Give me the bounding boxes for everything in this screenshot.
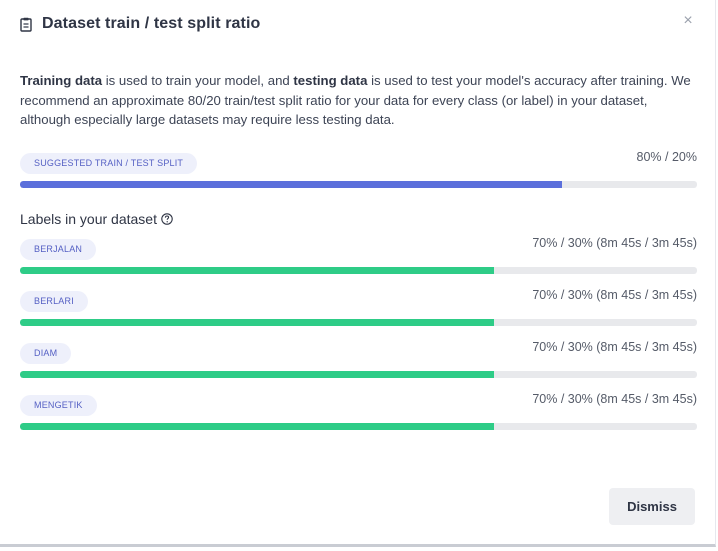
suggested-split-badge: SUGGESTED TRAIN / TEST SPLIT (20, 153, 198, 174)
description-text: Training data is used to train your mode… (20, 73, 691, 127)
label-bar-fill (20, 267, 494, 274)
labels-heading: Labels in your dataset (20, 211, 173, 227)
label-ratio: 70% / 30% (8m 45s / 3m 45s) (532, 288, 697, 302)
suggested-split-bar (20, 181, 697, 188)
training-data-term: Training data (20, 73, 103, 88)
dialog-title: Dataset train / test split ratio (42, 15, 261, 32)
dialog-header: Dataset train / test split ratio (20, 14, 695, 34)
label-bar-fill (20, 423, 494, 430)
label-ratio: 70% / 30% (8m 45s / 3m 45s) (532, 236, 697, 250)
label-badge: DIAM (20, 343, 72, 364)
testing-data-term: testing data (293, 73, 368, 88)
label-bar (20, 371, 697, 378)
label-badge: BERLARI (20, 291, 88, 312)
dismiss-button[interactable]: Dismiss (609, 488, 695, 525)
split-ratio-dialog: Dataset train / test split ratio × Train… (0, 0, 716, 547)
close-icon[interactable]: × (681, 13, 695, 29)
clipboard-icon (20, 17, 32, 32)
label-badge: BERJALAN (20, 239, 97, 260)
label-bar (20, 423, 697, 430)
label-ratio: 70% / 30% (8m 45s / 3m 45s) (532, 340, 697, 354)
label-bar (20, 319, 697, 326)
label-bar (20, 267, 697, 274)
label-bar-fill (20, 319, 494, 326)
label-badge: MENGETIK (20, 395, 97, 416)
label-ratio: 70% / 30% (8m 45s / 3m 45s) (532, 392, 697, 406)
suggested-split-fill (20, 181, 562, 188)
label-bar-fill (20, 371, 494, 378)
suggested-split-ratio: 80% / 20% (636, 150, 697, 164)
question-circle-icon[interactable] (161, 213, 173, 225)
